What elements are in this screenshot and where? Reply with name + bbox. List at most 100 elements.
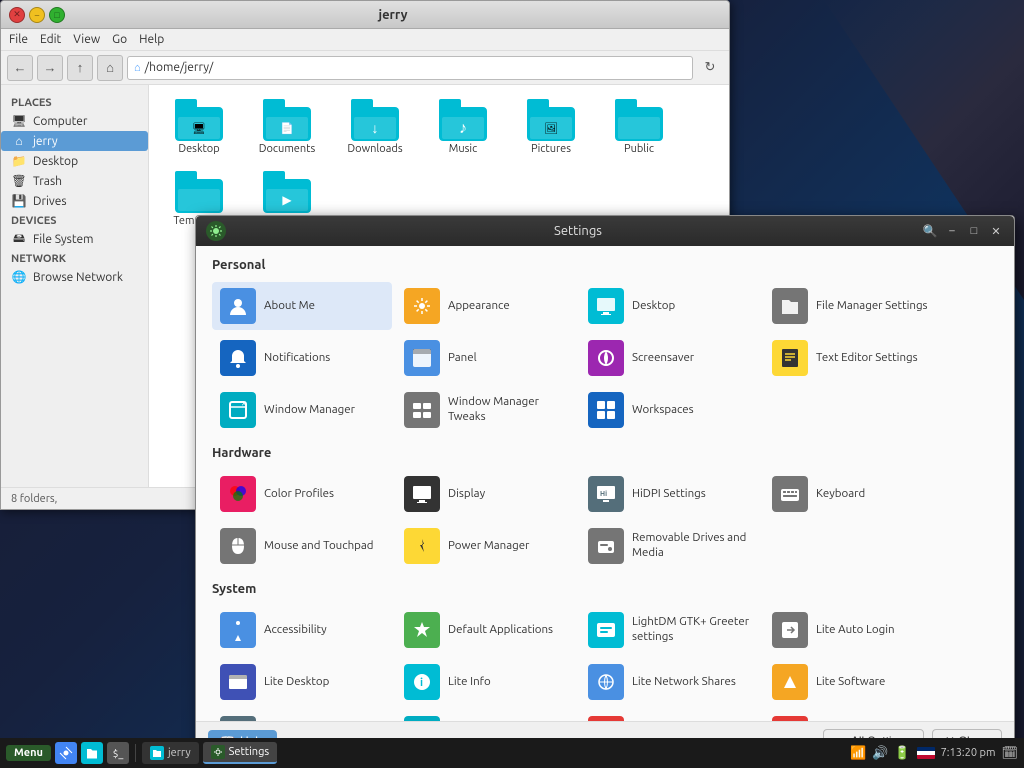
desktop-folder-icon: 📁 bbox=[11, 154, 27, 168]
sidebar-item-network[interactable]: 🌐 Browse Network bbox=[1, 267, 148, 287]
settings-item-accessibility[interactable]: Accessibility bbox=[212, 606, 392, 654]
settings-item-workspaces-label: Workspaces bbox=[632, 403, 694, 418]
fm-minimize-button[interactable]: – bbox=[29, 7, 45, 23]
settings-item-color-profiles-label: Color Profiles bbox=[264, 487, 334, 502]
systray-network-icon[interactable]: 📶 bbox=[850, 746, 866, 761]
settings-body: Personal About Me Appearan bbox=[196, 246, 1014, 721]
settings-item-file-manager-label: File Manager Settings bbox=[816, 299, 928, 314]
settings-item-lite-software-label: Lite Software bbox=[816, 675, 885, 690]
settings-maximize-button[interactable]: □ bbox=[966, 223, 982, 239]
drives-icon: 💾 bbox=[11, 194, 27, 208]
settings-item-color-profiles[interactable]: Color Profiles bbox=[212, 470, 392, 518]
folder-public[interactable]: Public bbox=[599, 95, 679, 159]
settings-item-text-editor[interactable]: Text Editor Settings bbox=[764, 334, 944, 382]
systray-battery-icon[interactable]: 🔋 bbox=[894, 746, 910, 761]
systray-language-flag[interactable] bbox=[917, 747, 935, 759]
settings-item-lite-info[interactable]: i Lite Info bbox=[396, 658, 576, 706]
folder-downloads[interactable]: Downloads bbox=[335, 95, 415, 159]
fm-forward-button[interactable]: → bbox=[37, 55, 63, 81]
systray-notifications-icon[interactable]: 🗓 bbox=[1001, 746, 1018, 761]
settings-item-lite-auto-login-label: Lite Auto Login bbox=[816, 623, 895, 638]
folder-pictures[interactable]: Pictures bbox=[511, 95, 591, 159]
settings-item-default-apps[interactable]: Default Applications bbox=[396, 606, 576, 654]
settings-search-button[interactable]: 🔍 bbox=[922, 223, 938, 239]
settings-item-power[interactable]: Power Manager bbox=[396, 522, 576, 570]
keyboard-icon bbox=[772, 476, 808, 512]
taskbar-divider-1 bbox=[135, 744, 136, 762]
sidebar-item-filesystem[interactable]: 🖴 File System bbox=[1, 229, 148, 249]
settings-close-button[interactable]: ✕ bbox=[988, 223, 1004, 239]
mouse-icon bbox=[220, 528, 256, 564]
settings-item-desktop[interactable]: Desktop bbox=[580, 282, 760, 330]
sidebar-item-home[interactable]: ⌂ jerry bbox=[1, 131, 148, 151]
taskbar-task-settings[interactable]: Settings bbox=[203, 742, 278, 764]
screensaver-icon bbox=[588, 340, 624, 376]
sidebar-item-drives[interactable]: 💾 Drives bbox=[1, 191, 148, 211]
settings-item-lite-network[interactable]: Lite Network Shares bbox=[580, 658, 760, 706]
settings-item-workspaces[interactable]: Workspaces bbox=[580, 386, 760, 434]
terminal-button[interactable]: $_ bbox=[107, 742, 129, 764]
settings-item-panel[interactable]: Panel bbox=[396, 334, 576, 382]
settings-item-appearance[interactable]: Appearance bbox=[396, 282, 576, 330]
settings-minimize-button[interactable]: – bbox=[944, 223, 960, 239]
settings-item-hidpi[interactable]: Hi HiDPI Settings bbox=[580, 470, 760, 518]
hardware-section-title: Hardware bbox=[212, 446, 998, 460]
fm-close-button[interactable]: ✕ bbox=[9, 7, 25, 23]
chromium-button[interactable] bbox=[55, 742, 77, 764]
fm-menu-edit[interactable]: Edit bbox=[40, 33, 61, 46]
fm-maximize-button[interactable]: □ bbox=[49, 7, 65, 23]
folder-music[interactable]: Music bbox=[423, 95, 503, 159]
fm-menu-go[interactable]: Go bbox=[112, 33, 127, 46]
settings-item-lite-desktop[interactable]: Lite Desktop bbox=[212, 658, 392, 706]
settings-item-about-me[interactable]: About Me bbox=[212, 282, 392, 330]
settings-item-lite-system-report[interactable]: Lite System Report bbox=[580, 710, 760, 721]
power-manager-icon bbox=[404, 528, 440, 564]
fm-menu-file[interactable]: File bbox=[9, 33, 28, 46]
settings-titlebar: Settings 🔍 – □ ✕ bbox=[196, 216, 1014, 246]
sidebar-item-computer[interactable]: 🖥 Computer bbox=[1, 111, 148, 131]
sidebar-item-desktop[interactable]: 📁 Desktop bbox=[1, 151, 148, 171]
settings-item-lite-software[interactable]: Lite Software bbox=[764, 658, 944, 706]
hardware-section-grid: Color Profiles Display Hi bbox=[212, 470, 998, 570]
fm-refresh-button[interactable]: ↻ bbox=[697, 55, 723, 81]
settings-item-lite-tweaks[interactable]: Lite Tweaks bbox=[764, 710, 944, 721]
fm-up-button[interactable]: ↑ bbox=[67, 55, 93, 81]
personal-section-title: Personal bbox=[212, 258, 998, 272]
network-section-title: Network bbox=[1, 249, 148, 267]
files-button[interactable] bbox=[81, 742, 103, 764]
settings-item-lite-sounds[interactable]: Lite Sounds bbox=[212, 710, 392, 721]
settings-item-mouse[interactable]: Mouse and Touchpad bbox=[212, 522, 392, 570]
fm-address-bar[interactable]: ⌂ /home/jerry/ bbox=[127, 56, 693, 80]
fm-back-button[interactable]: ← bbox=[7, 55, 33, 81]
panel-icon bbox=[404, 340, 440, 376]
settings-window-controls: 🔍 – □ ✕ bbox=[922, 223, 1004, 239]
settings-item-screensaver[interactable]: Screensaver bbox=[580, 334, 760, 382]
file-manager-settings-icon bbox=[772, 288, 808, 324]
settings-item-keyboard[interactable]: Keyboard bbox=[764, 470, 944, 518]
settings-item-notifications[interactable]: Notifications bbox=[212, 334, 392, 382]
settings-item-display[interactable]: Display bbox=[396, 470, 576, 518]
settings-item-wm-tweaks[interactable]: Window Manager Tweaks bbox=[396, 386, 576, 434]
menu-button[interactable]: Menu bbox=[6, 745, 51, 761]
fm-menu-help[interactable]: Help bbox=[139, 33, 164, 46]
settings-item-lightdm-label: LightDM GTK+ Greeter settings bbox=[632, 615, 752, 645]
settings-item-removable-drives[interactable]: Removable Drives and Media bbox=[580, 522, 760, 570]
sidebar-item-drives-label: Drives bbox=[33, 195, 67, 208]
settings-item-power-label: Power Manager bbox=[448, 539, 529, 554]
sidebar-item-trash[interactable]: 🗑 Trash bbox=[1, 171, 148, 191]
settings-item-window-manager[interactable]: ✕ Window Manager bbox=[212, 386, 392, 434]
sidebar-item-trash-label: Trash bbox=[33, 175, 62, 188]
personal-section-grid: About Me Appearance bbox=[212, 282, 998, 434]
fm-home-button[interactable]: ⌂ bbox=[97, 55, 123, 81]
folder-documents[interactable]: Documents bbox=[247, 95, 327, 159]
fm-menu-view[interactable]: View bbox=[73, 33, 100, 46]
systray-volume-icon[interactable]: 🔊 bbox=[872, 746, 888, 761]
settings-item-file-manager[interactable]: File Manager Settings bbox=[764, 282, 944, 330]
settings-item-lightdm[interactable]: LightDM GTK+ Greeter settings bbox=[580, 606, 760, 654]
taskbar-task-filemanager[interactable]: jerry bbox=[142, 742, 199, 764]
settings-item-desktop-label: Desktop bbox=[632, 299, 675, 314]
settings-item-lite-auto-login[interactable]: Lite Auto Login bbox=[764, 606, 944, 654]
settings-item-lite-sources[interactable]: Lite Sources bbox=[396, 710, 576, 721]
fm-address-icon: ⌂ bbox=[134, 62, 141, 74]
folder-desktop[interactable]: Desktop bbox=[159, 95, 239, 159]
